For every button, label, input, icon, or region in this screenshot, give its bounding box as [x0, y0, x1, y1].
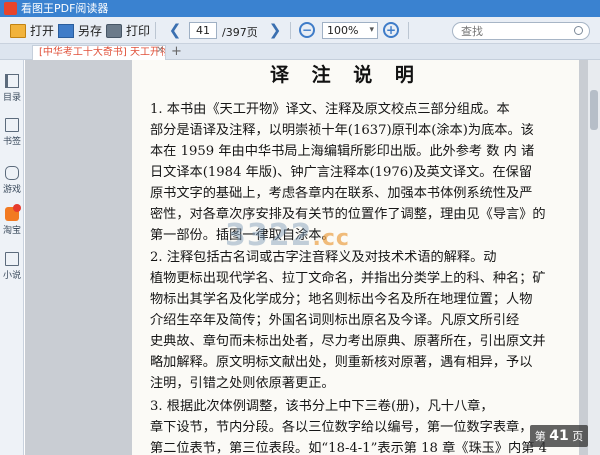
- chevron-down-icon: ▾: [369, 25, 374, 35]
- document-viewport[interactable]: 译 注 说 明 1. 本书由《天工开物》译文、注释及原文校点三部分组成。本 部分…: [25, 60, 600, 455]
- sidebar-item-label: 游戏: [2, 185, 21, 195]
- sidebar-item-label: 小说: [2, 271, 21, 281]
- gamepad-icon: [5, 166, 19, 180]
- watermark-main: 3322: [225, 218, 313, 253]
- novel-icon: [5, 252, 19, 266]
- folder-open-icon: [10, 23, 26, 38]
- text-line: 植物更标出现代学名、拉丁文命名，并指出分类学上的科、种名；矿: [150, 271, 546, 286]
- save-as-button[interactable]: 另存: [58, 21, 102, 40]
- text-line: 介绍生卒年及简传；外国名词则标出原名及今译。凡原文所引经: [150, 313, 520, 328]
- printer-icon: [106, 23, 122, 38]
- sidebar-item-taobao[interactable]: 淘宝: [0, 204, 24, 236]
- text-line: 第二位表节，第三位表段。如“18-4-1”表示第 18 章《珠玉》内第 4: [150, 441, 548, 455]
- text-line: 注明，引错之处则依原著更正。: [150, 376, 335, 391]
- app-title: 看图王PDF阅读器: [21, 2, 109, 15]
- zoom-value: 100%: [327, 24, 359, 37]
- sidebar-item-label: 书签: [2, 137, 21, 147]
- bookmark-icon: [5, 118, 19, 132]
- text-line: 本在 1959 年由中华书局上海编辑所影印出版。此外参考 数 内 诸: [150, 144, 535, 159]
- page-indicator-prefix: 第: [534, 430, 546, 443]
- zoom-out-button[interactable]: −: [299, 22, 315, 38]
- text-line: 2. 注释包括古名词或古字注音释义及对技术术语的解释。动: [150, 250, 497, 265]
- print-button[interactable]: 打印: [106, 21, 150, 40]
- site-watermark: 3322.cc: [225, 218, 350, 253]
- save-icon: [58, 23, 74, 38]
- text-line: 原书文字的基础上，考虑各章内在联系、加强本书体例系统性及严: [150, 186, 533, 201]
- text-line: 日文译本(1984 年版)、钟广言注释本(1976)及英文译文。在保留: [150, 165, 533, 180]
- text-line: 1. 本书由《天工开物》译文、注释及原文校点三部分组成。本: [150, 102, 510, 117]
- zoom-select[interactable]: 100% ▾: [322, 22, 378, 39]
- zoom-in-button[interactable]: +: [383, 22, 399, 38]
- new-tab-button[interactable]: +: [171, 44, 182, 59]
- sidebar-item-label: 目录: [2, 93, 21, 103]
- text-line: 物标出其学名及化学成分；地名则标出今名及所在地理位置；人物: [150, 292, 533, 307]
- sidebar-item-game[interactable]: 游戏: [0, 164, 24, 195]
- toolbar-divider: [155, 22, 156, 39]
- print-label: 打印: [126, 24, 151, 38]
- sidebar-item-bookmark[interactable]: 书签: [0, 118, 24, 147]
- toolbar-divider: [408, 22, 409, 39]
- open-label: 打开: [30, 24, 55, 38]
- notification-badge: [13, 204, 21, 212]
- text-line: 史典故、章句而未标出处者，尽力考出原典、原著所在，引出原文并: [150, 334, 546, 349]
- sidebar-item-label: 淘宝: [2, 226, 21, 236]
- vertical-scrollbar[interactable]: [588, 60, 600, 455]
- app-logo-icon: [4, 2, 17, 15]
- page-indicator-number: 41: [549, 428, 569, 444]
- page-number-input[interactable]: 41: [189, 22, 217, 39]
- sidebar: 目录 书签 游戏 淘宝 小说: [0, 60, 24, 455]
- toc-icon: [5, 74, 19, 88]
- save-as-label: 另存: [78, 24, 103, 38]
- page-total: /397页: [222, 26, 258, 39]
- page-heading: 译 注 说 明: [270, 64, 422, 86]
- tab-bar: [中华考工十大奇书] 天工开物 ✕ +: [0, 44, 600, 60]
- text-line: 章下设节，节内分段。各以三位数字给以编号，第一位数字表章，: [150, 420, 533, 435]
- tab-document[interactable]: [中华考工十大奇书] 天工开物: [32, 45, 166, 60]
- watermark-suffix: .cc: [312, 226, 350, 251]
- next-page-button[interactable]: ❯: [266, 21, 284, 39]
- text-line: 第一部份。插图一律取自涂本。: [150, 228, 335, 243]
- search-icon[interactable]: [574, 26, 583, 35]
- search-box: [452, 22, 590, 40]
- text-line: 3. 根据此次体例调整，该书分上中下三卷(册)，凡十八章，: [150, 399, 494, 414]
- page-indicator: 第 41 页: [530, 425, 588, 447]
- text-line: 部分是语译及注释，以明崇祯十年(1637)原刊本(涂本)为底本。该: [150, 123, 534, 138]
- toolbar: 打开 另存 打印 ❮ 41 /397页 ❯ − 100% ▾ +: [0, 17, 600, 44]
- scrollbar-thumb[interactable]: [590, 90, 598, 130]
- open-button[interactable]: 打开: [10, 21, 54, 40]
- text-line: 密性，对各章次序安排及有关节的位置作了调整，理由见《导言》的: [150, 207, 546, 222]
- close-icon[interactable]: ✕: [156, 45, 164, 56]
- search-input[interactable]: [461, 24, 561, 38]
- title-bar: 看图王PDF阅读器: [0, 0, 600, 17]
- text-line: 略加解释。原文明标文献出处，则重新核对原著，遇有相异，予以: [150, 355, 533, 370]
- page-indicator-suffix: 页: [572, 430, 584, 443]
- sidebar-item-toc[interactable]: 目录: [0, 74, 24, 103]
- document-page: 译 注 说 明 1. 本书由《天工开物》译文、注释及原文校点三部分组成。本 部分…: [132, 60, 579, 455]
- prev-page-button[interactable]: ❮: [166, 21, 184, 39]
- sidebar-item-novel[interactable]: 小说: [0, 252, 24, 281]
- toolbar-divider: [290, 22, 291, 39]
